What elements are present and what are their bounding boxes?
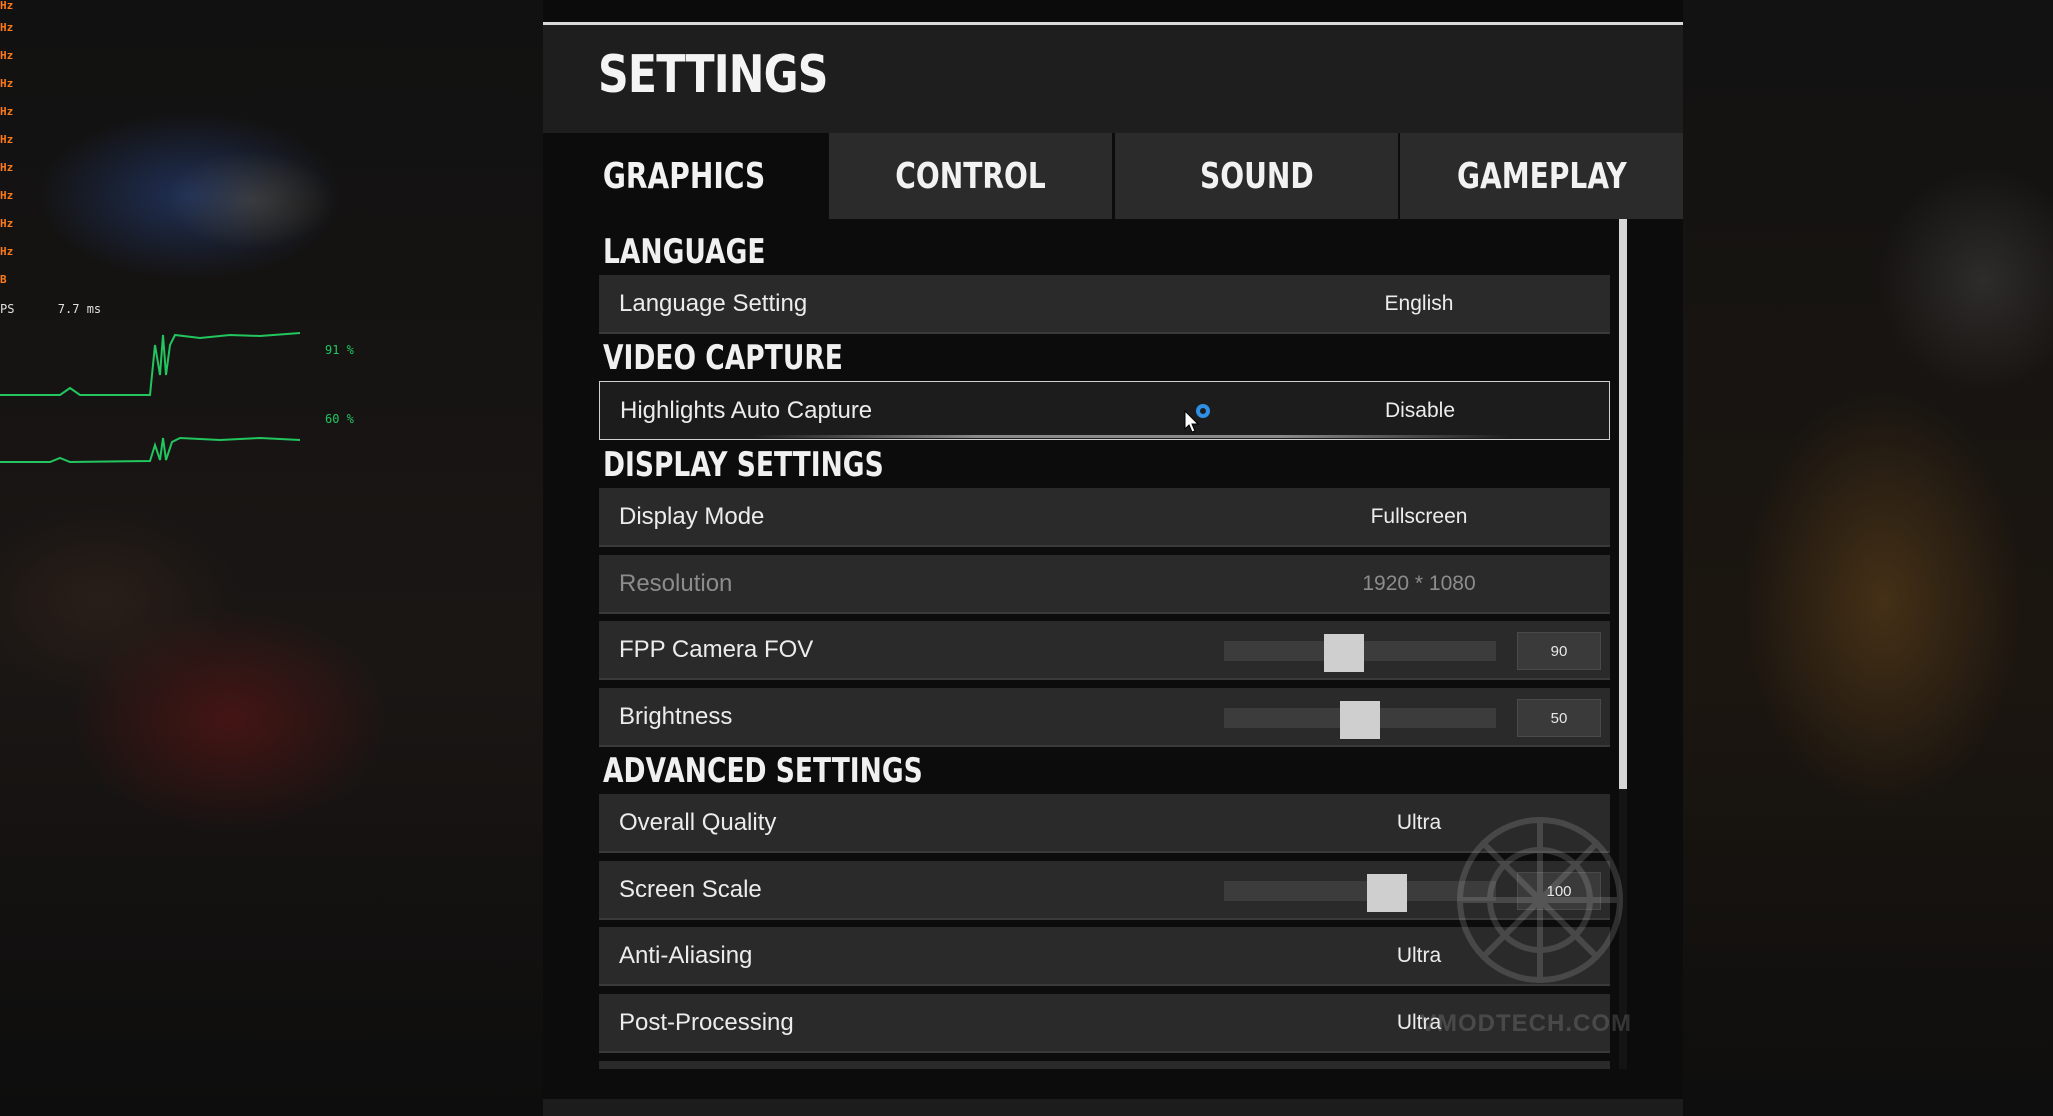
- setting-label: Brightness: [619, 703, 733, 730]
- slider-handle[interactable]: [1367, 874, 1408, 912]
- tab-label: GAMEPLAY: [1456, 155, 1627, 197]
- performance-overlay: Hz Hz Hz Hz Hz Hz Hz Hz Hz Hz B PS 7.7 m…: [0, 0, 380, 480]
- setting-label: Screen Scale: [619, 876, 762, 903]
- setting-label: FPP Camera FOV: [619, 636, 814, 663]
- setting-value: 1920 * 1080: [1362, 572, 1476, 595]
- gpu-usage-percent: 91 %: [325, 343, 354, 357]
- tab-graphics[interactable]: GRAPHICS: [543, 133, 826, 219]
- panel-bottom-bar: [543, 1099, 1683, 1116]
- brightness-value-box[interactable]: 50: [1517, 699, 1601, 737]
- setting-row-brightness[interactable]: Brightness 50: [599, 688, 1610, 747]
- tab-control[interactable]: CONTROL: [829, 133, 1112, 219]
- page-title: SETTINGS: [598, 45, 829, 105]
- overlay-hz-label: Hz: [0, 21, 14, 34]
- overlay-hz-label: Hz: [0, 189, 14, 202]
- brightness-slider[interactable]: [1224, 701, 1496, 739]
- setting-value[interactable]: English: [1319, 275, 1519, 332]
- cpu-usage-line: [0, 436, 301, 464]
- background-right: [1683, 0, 2053, 1116]
- setting-row-display-mode[interactable]: Display Mode Fullscreen (Windowed): [599, 488, 1610, 585]
- tab-sound[interactable]: SOUND: [1115, 133, 1398, 219]
- fov-slider[interactable]: [1224, 634, 1496, 672]
- setting-row-fpp-fov[interactable]: FPP Camera FOV 90: [599, 621, 1610, 680]
- frametime-readout: PS 7.7 ms: [0, 302, 102, 316]
- setting-label: Highlights Auto Capture: [620, 397, 873, 424]
- watermark-text: VMODTECH.COM: [1420, 1010, 1632, 1037]
- overlay-hz-label: Hz: [0, 217, 14, 230]
- setting-row-language[interactable]: Language Setting English: [599, 275, 1610, 334]
- overlay-hz-label: Hz: [0, 161, 14, 174]
- setting-label: Resolution: [619, 570, 733, 597]
- overlay-b-label: B: [0, 273, 7, 286]
- slider-handle[interactable]: [1340, 701, 1380, 739]
- section-title-display: DISPLAY SETTINGS: [603, 445, 884, 485]
- gpu-usage-line: [0, 332, 301, 396]
- settings-tabs: GRAPHICS CONTROL SOUND GAMEPLAY: [543, 133, 1683, 219]
- mouse-cursor-icon: [1184, 410, 1200, 433]
- setting-row-highlights[interactable]: Highlights Auto Capture Disable: [599, 381, 1610, 440]
- setting-label: Post-Processing: [619, 1009, 794, 1036]
- setting-label: Anti-Aliasing: [619, 942, 753, 969]
- fov-value-box[interactable]: 90: [1517, 632, 1601, 670]
- section-title-language: LANGUAGE: [603, 232, 766, 272]
- usage-graph: [0, 332, 301, 464]
- overlay-hz-label: Hz: [0, 0, 14, 12]
- tab-label: SOUND: [1199, 155, 1314, 197]
- setting-label: Display Mode: [619, 503, 765, 530]
- settings-header: SETTINGS: [543, 25, 1683, 133]
- overlay-hz-label: Hz: [0, 245, 14, 258]
- section-title-video-capture: VIDEO CAPTURE: [603, 338, 843, 378]
- overlay-hz-label: Hz: [0, 49, 14, 62]
- setting-row-partial: [599, 1061, 1610, 1069]
- overlay-hz-label: Hz: [0, 77, 14, 90]
- setting-label: Language Setting: [619, 290, 808, 317]
- setting-row-resolution: Resolution 1920 * 1080: [599, 555, 1610, 614]
- overlay-hz-label: Hz: [0, 105, 14, 118]
- slider-handle[interactable]: [1323, 634, 1364, 672]
- overlay-hz-label: Hz: [0, 133, 14, 146]
- cpu-usage-percent: 60 %: [325, 412, 354, 426]
- setting-value[interactable]: Disable: [1320, 382, 1520, 439]
- tab-label: GRAPHICS: [603, 155, 766, 197]
- row-hover-line: [750, 435, 1510, 438]
- tab-label: CONTROL: [895, 155, 1046, 197]
- section-title-advanced: ADVANCED SETTINGS: [603, 751, 923, 791]
- tab-gameplay[interactable]: GAMEPLAY: [1400, 133, 1683, 219]
- setting-label: Overall Quality: [619, 809, 777, 836]
- scrollbar-thumb[interactable]: [1619, 219, 1627, 789]
